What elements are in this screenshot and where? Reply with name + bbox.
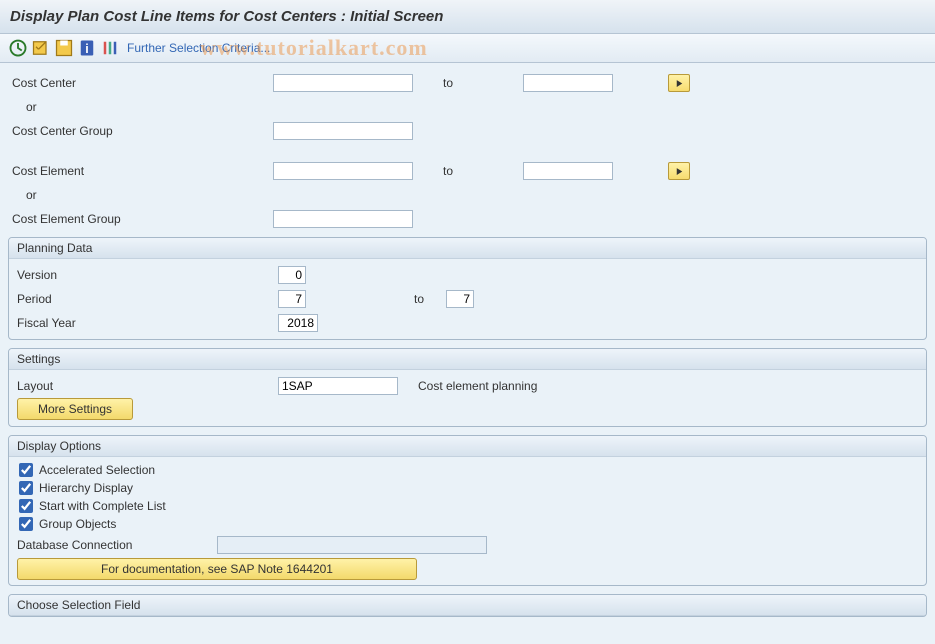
- database-connection-input[interactable]: [217, 536, 487, 554]
- database-connection-label: Database Connection: [17, 538, 217, 552]
- cost-center-group-label: Cost Center Group: [8, 124, 273, 138]
- cost-element-input[interactable]: [273, 162, 413, 180]
- multiple-selection-icon-2[interactable]: [668, 162, 690, 180]
- execute-icon[interactable]: [8, 38, 28, 58]
- choose-selection-field-header: Choose Selection Field: [9, 595, 926, 616]
- accelerated-selection-checkbox[interactable]: [19, 463, 33, 477]
- display-options-panel: Display Options Accelerated Selection Hi…: [8, 435, 927, 586]
- start-complete-list-checkbox[interactable]: [19, 499, 33, 513]
- cost-center-to-input[interactable]: [523, 74, 613, 92]
- fiscal-year-label: Fiscal Year: [13, 316, 278, 330]
- version-label: Version: [13, 268, 278, 282]
- planning-data-header: Planning Data: [9, 238, 926, 259]
- settings-panel: Settings Layout Cost element planning Mo…: [8, 348, 927, 427]
- selection-icon[interactable]: [100, 38, 120, 58]
- choose-selection-field-panel: Choose Selection Field: [8, 594, 927, 617]
- settings-header: Settings: [9, 349, 926, 370]
- cost-center-label: Cost Center: [8, 76, 273, 90]
- planning-data-panel: Planning Data Version Period to Fiscal Y…: [8, 237, 927, 340]
- more-settings-button[interactable]: More Settings: [17, 398, 133, 420]
- period-from-input[interactable]: [278, 290, 306, 308]
- cost-element-group-label: Cost Element Group: [8, 212, 273, 226]
- or-label: or: [8, 100, 273, 114]
- info-icon[interactable]: i: [77, 38, 97, 58]
- period-to-input[interactable]: [446, 290, 474, 308]
- display-options-header: Display Options: [9, 436, 926, 457]
- cost-element-to-input[interactable]: [523, 162, 613, 180]
- start-complete-list-label: Start with Complete List: [39, 499, 166, 513]
- cost-center-input[interactable]: [273, 74, 413, 92]
- layout-input[interactable]: [278, 377, 398, 395]
- get-variant-icon[interactable]: [31, 38, 51, 58]
- fiscal-year-input[interactable]: [278, 314, 318, 332]
- multiple-selection-icon[interactable]: [668, 74, 690, 92]
- group-objects-label: Group Objects: [39, 517, 116, 531]
- group-objects-checkbox[interactable]: [19, 517, 33, 531]
- cost-element-group-input[interactable]: [273, 210, 413, 228]
- content: Cost Center to or Cost Center Group Cost…: [0, 63, 935, 617]
- to-label-2: to: [413, 164, 523, 178]
- toolbar: i Further Selection Criteria...: [0, 34, 935, 63]
- layout-label: Layout: [13, 379, 278, 393]
- period-label: Period: [13, 292, 278, 306]
- further-criteria-button[interactable]: Further Selection Criteria...: [127, 41, 270, 55]
- period-to-label: to: [306, 292, 446, 306]
- hierarchy-display-label: Hierarchy Display: [39, 481, 133, 495]
- svg-text:i: i: [85, 42, 88, 56]
- cost-center-group-input[interactable]: [273, 122, 413, 140]
- hierarchy-display-checkbox[interactable]: [19, 481, 33, 495]
- documentation-button[interactable]: For documentation, see SAP Note 1644201: [17, 558, 417, 580]
- save-icon[interactable]: [54, 38, 74, 58]
- page-title: Display Plan Cost Line Items for Cost Ce…: [0, 0, 935, 34]
- cost-element-label: Cost Element: [8, 164, 273, 178]
- layout-desc: Cost element planning: [418, 379, 537, 393]
- to-label: to: [413, 76, 523, 90]
- version-input[interactable]: [278, 266, 306, 284]
- or-label-2: or: [8, 188, 273, 202]
- accelerated-selection-label: Accelerated Selection: [39, 463, 155, 477]
